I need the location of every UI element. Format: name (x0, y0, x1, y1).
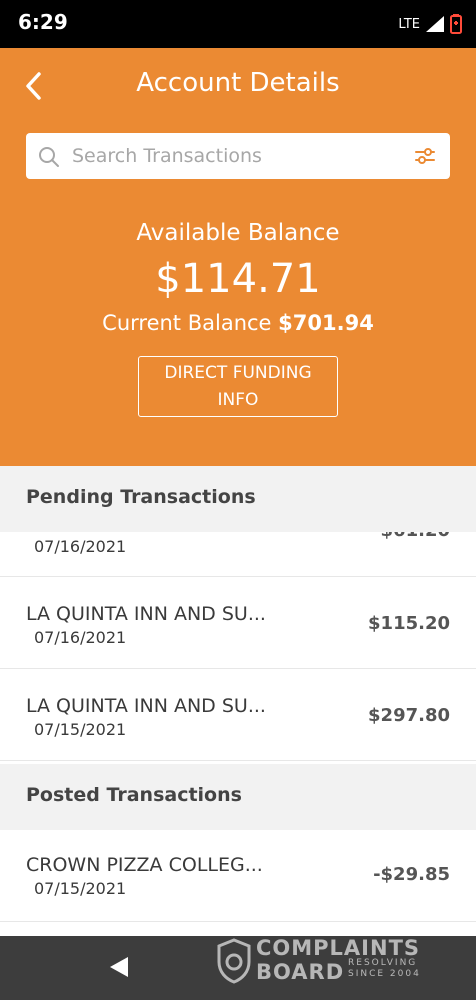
current-balance-label: Current Balance (102, 311, 272, 335)
system-navigation-bar: COMPLAINTS BOARD RESOLVING SINCE 2004 (0, 936, 476, 1000)
transaction-date: 07/16/2021 (34, 537, 127, 556)
transaction-row[interactable]: CROWN PIZZA COLLEG... 07/15/2021 -$29.85 (0, 830, 476, 922)
watermark-tagline: RESOLVING SINCE 2004 (348, 958, 438, 980)
transaction-row[interactable]: 07/16/2021 $61.20 (0, 532, 476, 577)
nav-back-triangle-icon[interactable] (108, 956, 130, 978)
posted-section-title: Posted Transactions (26, 784, 242, 806)
signal-icon (426, 16, 444, 32)
transaction-merchant: LA QUINTA INN AND SU... (26, 695, 266, 717)
current-balance: Current Balance $701.94 (0, 311, 476, 335)
network-type-label: LTE (398, 16, 420, 32)
transaction-merchant: CROWN PIZZA COLLEG... (26, 854, 263, 876)
watermark-tag1: RESOLVING (348, 958, 418, 968)
watermark-line2: BOARD (256, 960, 345, 984)
transaction-date: 07/16/2021 (34, 628, 127, 647)
search-input[interactable] (72, 133, 392, 179)
search-icon (39, 147, 59, 167)
status-bar: 6:29 LTE (0, 0, 476, 48)
transaction-amount: $61.20 (381, 532, 450, 541)
pending-section-title: Pending Transactions (26, 486, 256, 508)
watermark-tag2: SINCE 2004 (348, 969, 421, 979)
search-bar (26, 133, 450, 179)
transaction-amount: $297.80 (368, 705, 450, 726)
direct-funding-info-button[interactable]: DIRECT FUNDING INFO (138, 356, 338, 417)
available-balance-amount: $114.71 (155, 256, 321, 302)
transaction-date: 07/15/2021 (34, 879, 127, 898)
funding-button-line2: INFO (217, 390, 259, 410)
watermark-line1: COMPLAINTS (256, 936, 421, 960)
available-balance-label: Available Balance (136, 220, 340, 246)
status-icons: LTE (398, 14, 462, 34)
filter-sliders-icon[interactable] (414, 145, 436, 167)
battery-icon (450, 14, 462, 34)
transaction-date: 07/15/2021 (34, 720, 127, 739)
account-header: Account Details Available Balance $114.7… (0, 48, 476, 466)
transaction-amount: -$29.85 (373, 864, 450, 885)
posted-section-header: Posted Transactions (0, 764, 476, 830)
page-title: Account Details (136, 68, 340, 98)
transaction-amount: $115.20 (368, 613, 450, 634)
status-time: 6:29 (18, 10, 68, 34)
transaction-row[interactable]: LA QUINTA INN AND SU... 07/15/2021 $297.… (0, 669, 476, 761)
transaction-merchant: LA QUINTA INN AND SU... (26, 603, 266, 625)
current-balance-amount: $701.94 (278, 311, 374, 335)
complaints-board-watermark: COMPLAINTS BOARD RESOLVING SINCE 2004 (216, 936, 466, 1000)
transaction-row[interactable]: LA QUINTA INN AND SU... 07/16/2021 $115.… (0, 577, 476, 669)
pending-section-header: Pending Transactions (0, 466, 476, 532)
shield-logo-icon (217, 938, 251, 984)
funding-button-line1: DIRECT FUNDING (164, 363, 312, 383)
